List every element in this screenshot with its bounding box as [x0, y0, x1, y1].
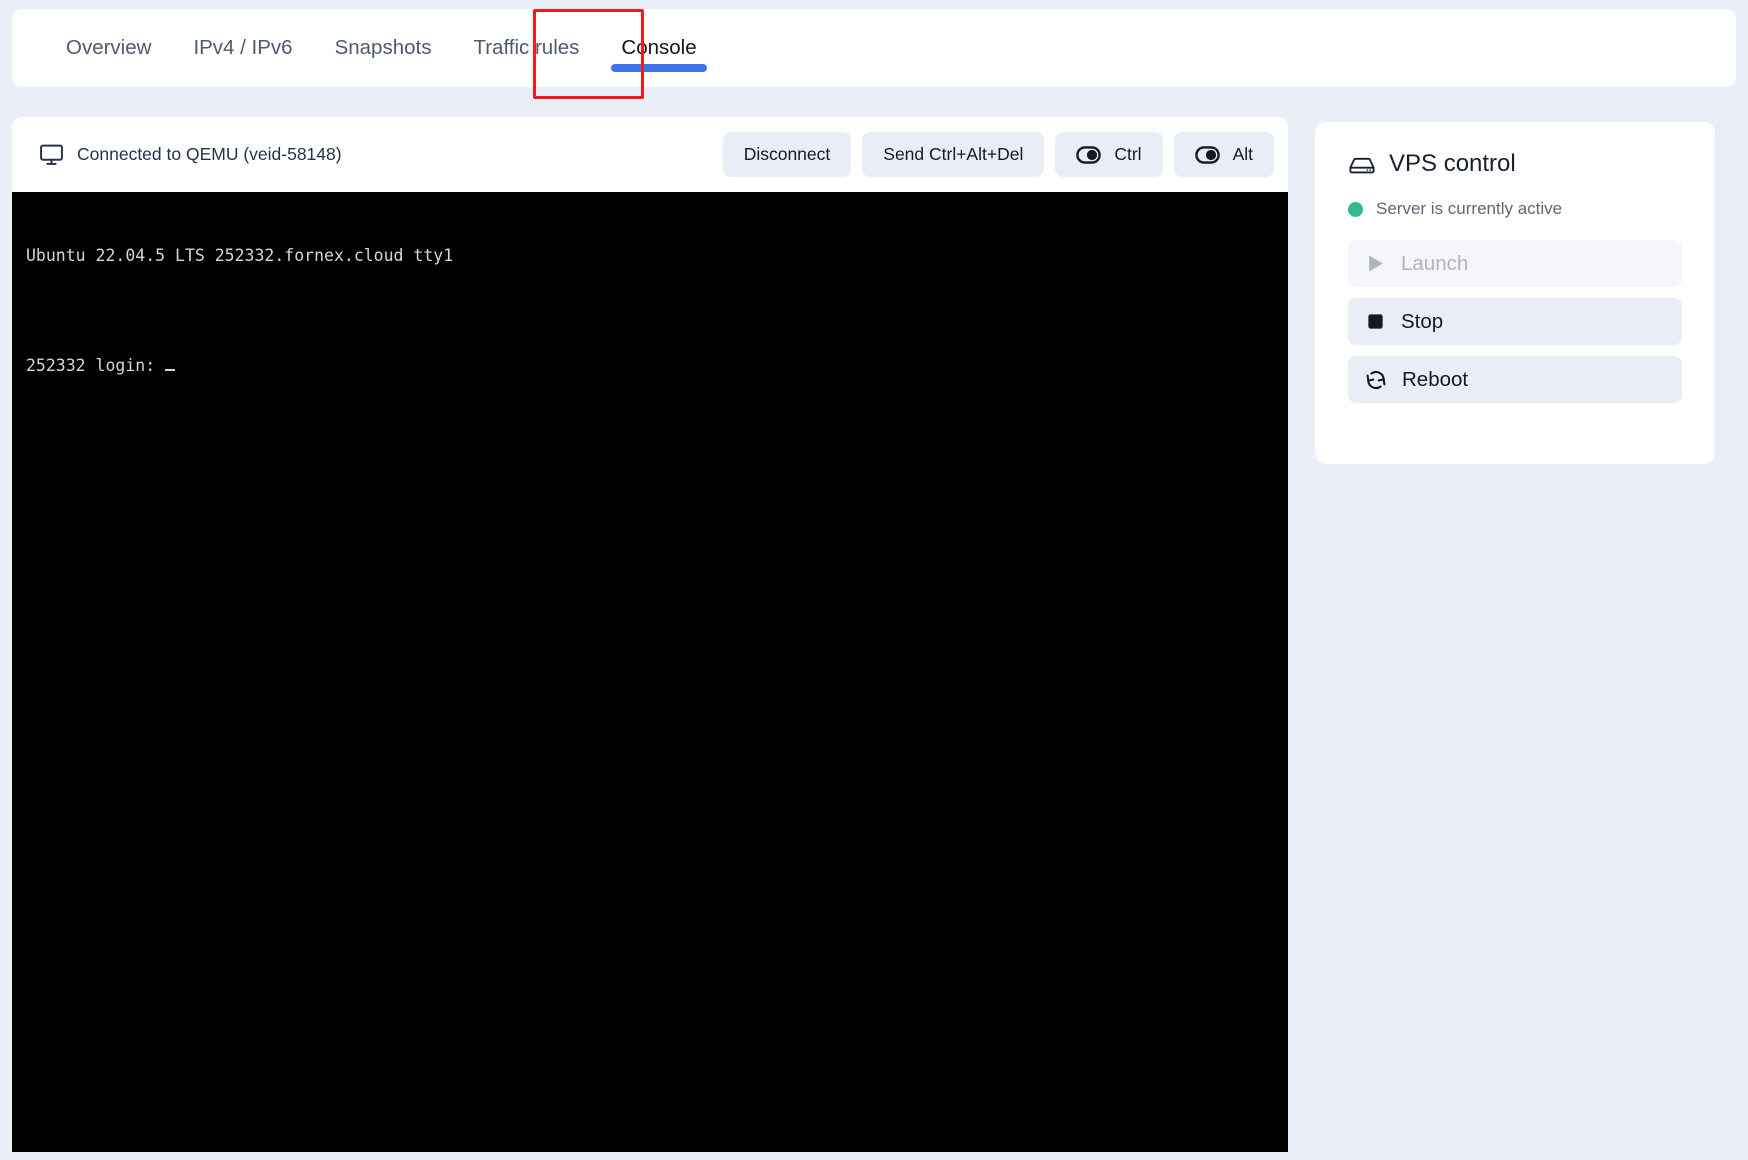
tab-list: Overview IPv4 / IPv6 Snapshots Traffic r…: [12, 9, 1736, 87]
tab-overview[interactable]: Overview: [45, 9, 172, 87]
reboot-button-label: Reboot: [1402, 367, 1469, 391]
tab-snapshots[interactable]: Snapshots: [314, 9, 453, 87]
launch-button-label: Launch: [1401, 251, 1469, 275]
tab-ipv4-ipv6-label: IPv4 / IPv6: [193, 36, 293, 59]
terminal-screen[interactable]: Ubuntu 22.04.5 LTS 252332.fornex.cloud t…: [12, 192, 1288, 1152]
server-icon: [1348, 150, 1376, 178]
console-toolbar: Connected to QEMU (veid-58148) Disconnec…: [12, 117, 1288, 192]
stop-button[interactable]: Stop: [1348, 298, 1682, 345]
terminal-prompt-line: 252332 login:: [26, 355, 1274, 376]
toggle-switch-icon: [1194, 145, 1220, 164]
disconnect-button-label: Disconnect: [743, 144, 831, 164]
tab-console-label: Console: [621, 36, 697, 59]
disconnect-button[interactable]: Disconnect: [722, 132, 852, 177]
send-ctrl-alt-del-button[interactable]: Send Ctrl+Alt+Del: [862, 132, 1045, 177]
console-panel: Connected to QEMU (veid-58148) Disconnec…: [12, 117, 1288, 1152]
terminal-cursor: [165, 368, 176, 371]
status-dot-icon: [1348, 201, 1363, 217]
terminal-line: Ubuntu 22.04.5 LTS 252332.fornex.cloud t…: [26, 245, 454, 265]
vps-control-title: VPS control: [1348, 150, 1682, 178]
connection-status-label: Connected to QEMU (veid-58148): [77, 144, 342, 164]
reboot-button[interactable]: Reboot: [1348, 356, 1682, 403]
alt-toggle-button-label: Alt: [1232, 144, 1253, 164]
vps-action-list: Launch Stop Reboot: [1348, 240, 1682, 403]
ctrl-toggle-button[interactable]: Ctrl: [1055, 132, 1163, 177]
monitor-icon: [39, 142, 64, 167]
refresh-icon: [1365, 369, 1387, 391]
alt-toggle-button[interactable]: Alt: [1173, 132, 1274, 177]
connection-status: Connected to QEMU (veid-58148): [39, 142, 342, 167]
server-status: Server is currently active: [1348, 199, 1682, 219]
ctrl-toggle-button-label: Ctrl: [1114, 144, 1142, 164]
toggle-switch-icon: [1076, 145, 1102, 164]
server-status-label: Server is currently active: [1376, 199, 1563, 218]
stop-button-label: Stop: [1401, 309, 1444, 333]
vps-control-panel: VPS control Server is currently active L…: [1315, 122, 1715, 464]
vps-control-title-label: VPS control: [1389, 150, 1516, 177]
tab-ipv4-ipv6[interactable]: IPv4 / IPv6: [172, 9, 313, 87]
play-icon: [1365, 253, 1386, 274]
tab-console[interactable]: Console: [600, 9, 717, 87]
launch-button[interactable]: Launch: [1348, 240, 1682, 287]
tab-snapshots-label: Snapshots: [334, 36, 432, 59]
tab-bar: Overview IPv4 / IPv6 Snapshots Traffic r…: [12, 9, 1736, 87]
terminal-prompt-label: 252332 login:: [26, 355, 166, 375]
tab-overview-label: Overview: [66, 36, 152, 59]
stop-square-icon: [1365, 311, 1386, 332]
send-ctrl-alt-del-button-label: Send Ctrl+Alt+Del: [883, 144, 1024, 164]
tab-active-indicator: [611, 64, 707, 72]
tab-traffic-rules-label: Traffic rules: [473, 36, 580, 59]
tab-traffic-rules[interactable]: Traffic rules: [452, 9, 600, 87]
